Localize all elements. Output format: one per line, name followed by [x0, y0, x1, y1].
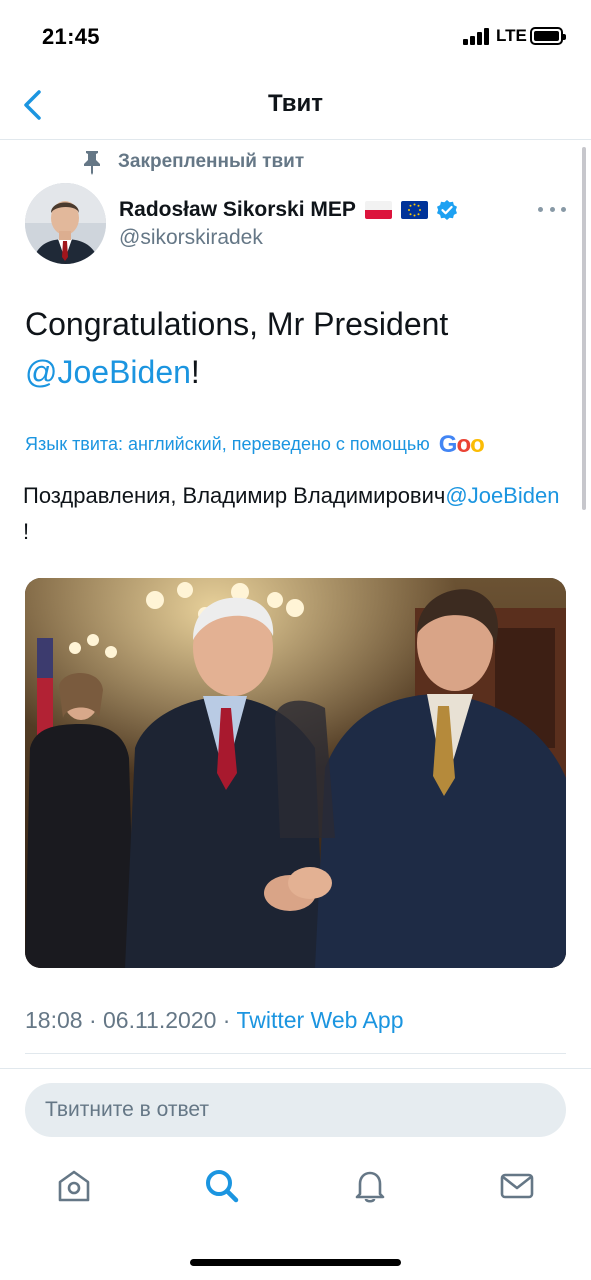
nav-bar: Твит	[0, 70, 591, 140]
status-bar: 21:45 LTE	[0, 0, 591, 70]
avatar[interactable]	[25, 183, 106, 264]
translation-label: Язык твита: английский, переведено с пом…	[25, 434, 430, 454]
reply-input[interactable]: Твитните в ответ	[25, 1083, 566, 1137]
dot-icon	[538, 206, 543, 212]
author-handle[interactable]: @sikorskiradek	[119, 226, 263, 250]
network-type: LTE	[496, 26, 527, 45]
messages-icon	[500, 1173, 534, 1199]
home-icon	[58, 1170, 90, 1202]
scrollbar[interactable]	[582, 147, 586, 510]
pin-icon	[84, 151, 100, 175]
tweet-text-end: !	[190, 354, 200, 390]
translated-text-body: Поздравления, Владимир Владимирович	[23, 483, 446, 508]
translated-text: Поздравления, Владимир Владимирович@JoeB…	[23, 478, 568, 550]
author-name[interactable]: Radosław Sikorski MEP	[119, 198, 356, 222]
search-icon	[206, 1170, 239, 1203]
notifications-icon	[355, 1171, 385, 1203]
google-logo: Goo	[438, 431, 485, 457]
author-photo	[25, 183, 106, 264]
author-name-row[interactable]: Radosław Sikorski MEP	[119, 196, 458, 224]
more-options-button[interactable]	[538, 198, 566, 220]
timestamp-text: 18:08 · 06.11.2020 ·	[25, 1007, 237, 1033]
eu-flag-icon	[400, 201, 428, 219]
tab-home[interactable]	[54, 1166, 94, 1206]
verified-badge-icon	[436, 200, 457, 220]
tab-search[interactable]	[202, 1166, 242, 1206]
source-link[interactable]: Twitter Web App	[236, 1007, 403, 1033]
cellular-signal-icon	[463, 28, 491, 45]
tweet-timestamp: 18:08 · 06.11.2020 · Twitter Web App	[25, 1007, 403, 1034]
poland-flag-icon	[364, 201, 392, 219]
tweet-text-body: Congratulations, Mr President	[25, 306, 449, 342]
divider	[25, 1053, 566, 1054]
home-indicator[interactable]	[190, 1259, 401, 1266]
mention-link[interactable]: @JoeBiden	[25, 354, 191, 390]
reply-bar: Твитните в ответ	[0, 1068, 591, 1150]
tab-notifications[interactable]	[350, 1166, 390, 1206]
pinned-label: Закрепленный твит	[118, 151, 305, 172]
tab-bar	[0, 1150, 591, 1230]
tab-messages[interactable]	[497, 1166, 537, 1206]
pinned-indicator: Закрепленный твит	[80, 147, 304, 177]
tweet-photo[interactable]	[25, 578, 566, 968]
tweet-text: Congratulations, Mr President @JoeBiden!	[25, 300, 570, 396]
translated-text-end: !	[23, 519, 30, 544]
photo-illustration	[25, 578, 566, 968]
page-title: Твит	[267, 90, 323, 117]
dot-icon	[561, 206, 566, 212]
status-time: 21:45	[42, 24, 100, 49]
translated-mention-link[interactable]: @JoeBiden	[445, 483, 559, 508]
translation-notice[interactable]: Язык твита: английский, переведено с пом…	[25, 431, 565, 457]
dot-icon	[549, 206, 555, 212]
battery-icon	[530, 27, 566, 45]
